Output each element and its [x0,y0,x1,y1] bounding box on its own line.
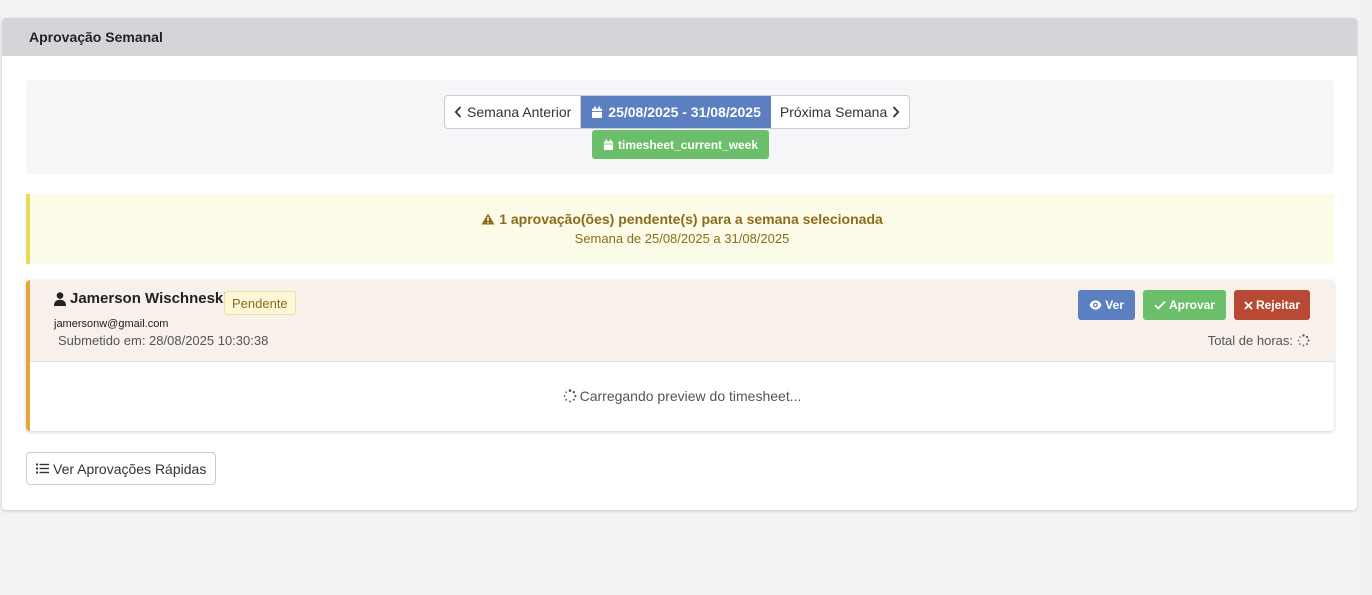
pending-alert: 1 aprovação(ões) pendente(s) para a sema… [26,194,1334,264]
current-week-button[interactable]: 25/08/2025 - 31/08/2025 [581,96,771,128]
spinner-icon [1297,334,1310,347]
panel-header: Aprovação Semanal [2,18,1357,56]
spinner-icon [563,388,577,402]
week-selector: Semana Anterior 25/08/2025 - 31/08/2025 … [26,80,1334,174]
chevron-right-icon [893,106,900,118]
alert-message: 1 aprovação(ões) pendente(s) para a sema… [499,211,883,227]
alert-message-line: 1 aprovação(ões) pendente(s) para a sema… [30,211,1334,227]
quick-approvals-label: Ver Aprovações Rápidas [53,460,207,477]
total-hours-label: Total de horas: [1207,333,1293,348]
approval-card: Jamerson Wischneski Pendente jamersonw@g… [26,280,1334,431]
previous-week-button[interactable]: Semana Anterior [445,96,582,128]
submitted-date: Submetido em: 28/08/2025 10:30:38 [58,333,269,348]
approve-button[interactable]: Aprovar [1142,290,1226,320]
week-navigation: Semana Anterior 25/08/2025 - 31/08/2025 … [444,95,911,129]
approval-actions: Ver Aprovar Rejeitar [1078,290,1310,320]
user-name: Jamerson Wischneski [54,290,227,307]
calendar-icon [603,139,614,150]
user-name-text: Jamerson Wischneski [70,290,228,307]
approval-card-header: Jamerson Wischneski Pendente jamersonw@g… [30,280,1334,362]
loading-text: Carregando preview do timesheet... [579,387,802,404]
check-icon [1154,300,1166,310]
current-week-range: 25/08/2025 - 31/08/2025 [608,104,761,120]
panel-title: Aprovação Semanal [29,29,163,45]
close-icon [1244,300,1253,310]
list-icon [36,463,49,474]
total-hours: Total de horas: [1208,333,1310,348]
quick-approvals-button[interactable]: Ver Aprovações Rápidas [26,452,217,485]
view-button-label: Ver [1105,298,1124,312]
timesheet-preview: Carregando preview do timesheet... [30,362,1334,429]
next-week-button[interactable]: Próxima Semana [771,96,909,128]
chevron-left-icon [454,106,462,118]
calendar-icon [592,106,603,118]
user-email: jamersonw@gmail.com [54,318,169,330]
weekly-approval-panel: Aprovação Semanal Semana Anterior 25/08/… [2,18,1357,510]
approve-button-label: Aprovar [1168,298,1215,312]
reject-button-label: Rejeitar [1255,298,1300,312]
current-week-tag-label: timesheet_current_week [618,137,759,152]
view-button[interactable]: Ver [1078,290,1135,320]
next-week-label: Próxima Semana [779,104,888,120]
alert-week-text: Semana de 25/08/2025 a 31/08/2025 [574,231,790,246]
warning-icon [481,213,495,225]
current-week-tag: timesheet_current_week [592,130,770,159]
previous-week-label: Semana Anterior [467,104,572,120]
reject-button[interactable]: Rejeitar [1233,290,1310,320]
user-icon [54,291,66,306]
eye-icon [1089,300,1102,310]
vertical-scrollbar[interactable] [1360,0,1372,595]
status-badge: Pendente [224,291,296,315]
